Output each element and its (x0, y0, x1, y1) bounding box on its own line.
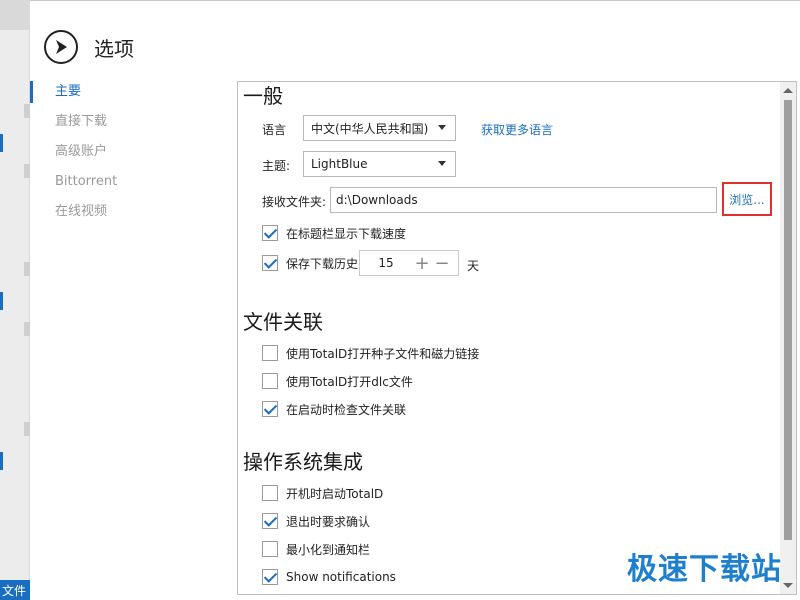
background-footer: 文件 (0, 580, 30, 600)
section-title-file-association: 文件关联 (243, 310, 323, 334)
check-assoc-checkbox[interactable] (262, 401, 278, 417)
browse-button[interactable]: 浏览... (722, 182, 772, 216)
options-nav: 主要 直接下载 高级账户 Bittorrent 在线视频 (30, 79, 230, 229)
file-assoc-option[interactable]: 使用TotalD打开dlc文件 (262, 371, 413, 391)
file-assoc-option[interactable]: 使用TotalD打开种子文件和磁力链接 (262, 343, 479, 363)
autostart-label: 开机时启动TotalD (286, 486, 384, 501)
autostart-checkbox[interactable] (262, 485, 278, 501)
theme-select[interactable]: LightBlue (303, 151, 456, 177)
os-option[interactable]: Show notifications (262, 567, 396, 587)
show-speed-label: 在标题栏显示下载速度 (286, 226, 407, 241)
bg-active-marker (0, 134, 3, 152)
language-label: 语言 (262, 123, 287, 137)
history-days-value[interactable]: 15 (360, 256, 412, 270)
open-torrent-checkbox[interactable] (262, 345, 278, 361)
os-option[interactable]: 最小化到通知栏 (262, 539, 370, 559)
keep-history-label: 保存下载历史 (286, 256, 359, 271)
keep-history-checkbox[interactable] (262, 255, 278, 271)
options-scroll-panel[interactable]: 一般 语言 中文(中华人民共和国) 获取更多语言 主题: LightBlue 接… (237, 81, 797, 595)
days-unit-row: 天 (467, 257, 479, 274)
show-notifications-checkbox[interactable] (262, 569, 278, 585)
background-sidebar (0, 0, 30, 600)
back-button[interactable] (44, 30, 78, 64)
section-title-os-integration: 操作系统集成 (243, 450, 363, 474)
open-dlc-checkbox[interactable] (262, 373, 278, 389)
folder-label: 接收文件夹: (262, 195, 327, 209)
app-logo-icon (0, 0, 30, 30)
vertical-scrollbar[interactable] (780, 82, 796, 594)
os-option[interactable]: 退出时要求确认 (262, 511, 370, 531)
show-speed-checkbox[interactable] (262, 225, 278, 241)
chevron-down-icon (438, 125, 446, 130)
download-folder-input[interactable]: d:\Downloads (330, 187, 717, 213)
chevron-down-icon (438, 161, 446, 166)
nav-item-online-video[interactable]: 在线视频 (30, 199, 230, 229)
options-dialog: 选项 主要 直接下载 高级账户 Bittorrent 在线视频 一般 语言 中文… (30, 0, 800, 600)
history-days-stepper[interactable]: 15 + − (359, 250, 459, 276)
scroll-down-icon[interactable] (783, 583, 793, 588)
open-torrent-label: 使用TotalD打开种子文件和磁力链接 (286, 346, 480, 361)
file-assoc-option[interactable]: 在启动时检查文件关联 (262, 399, 406, 419)
watermark: 极速下载站 (627, 552, 782, 587)
dialog-header: 选项 (44, 29, 134, 65)
language-select[interactable]: 中文(中华人民共和国) (303, 115, 456, 141)
nav-item-bittorrent[interactable]: Bittorrent (30, 169, 230, 199)
show-speed-option[interactable]: 在标题栏显示下载速度 (262, 223, 406, 243)
bg-active-marker (0, 292, 3, 310)
language-row: 语言 (262, 121, 286, 138)
show-notifications-label: Show notifications (286, 570, 396, 584)
scroll-up-icon[interactable] (783, 88, 793, 93)
theme-row: 主题: (262, 157, 290, 174)
plus-icon[interactable]: + (412, 251, 432, 275)
language-select-value: 中文(中华人民共和国) (311, 121, 429, 136)
confirm-exit-label: 退出时要求确认 (286, 514, 371, 529)
nav-item-premium-accounts[interactable]: 高级账户 (30, 139, 230, 169)
more-languages-link[interactable]: 获取更多语言 (481, 121, 553, 138)
theme-label: 主题: (262, 159, 291, 173)
minimize-tray-checkbox[interactable] (262, 541, 278, 557)
keep-history-option[interactable]: 保存下载历史 (262, 253, 358, 273)
confirm-exit-checkbox[interactable] (262, 513, 278, 529)
nav-item-direct-download[interactable]: 直接下载 (30, 109, 230, 139)
scrollbar-thumb[interactable] (784, 100, 792, 540)
os-option[interactable]: 开机时启动TotalD (262, 483, 383, 503)
folder-row: 接收文件夹: (262, 193, 326, 210)
minimize-tray-label: 最小化到通知栏 (286, 542, 371, 557)
open-dlc-label: 使用TotalD打开dlc文件 (286, 374, 413, 389)
back-arrow-icon (56, 40, 67, 54)
dialog-title: 选项 (94, 36, 134, 61)
section-title-general: 一般 (243, 84, 283, 108)
theme-select-value: LightBlue (311, 157, 368, 171)
check-assoc-label: 在启动时检查文件关联 (286, 402, 407, 417)
bg-active-marker (0, 452, 3, 470)
nav-item-main[interactable]: 主要 (30, 79, 230, 109)
days-unit-label: 天 (467, 259, 480, 273)
minus-icon[interactable]: − (432, 251, 452, 275)
